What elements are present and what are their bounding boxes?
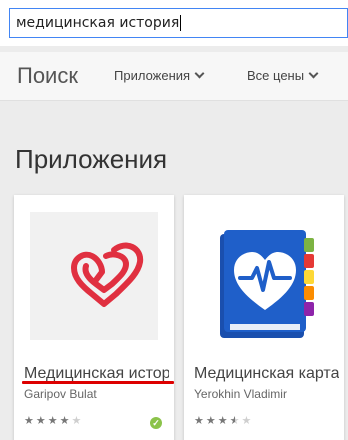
app-rating: ★ ★ ★ ★ ★ (194, 416, 253, 427)
star-icon: ★ (47, 415, 58, 427)
star-icon: ★ (194, 415, 204, 427)
chevron-down-icon (194, 68, 205, 79)
app-icon-tile[interactable] (200, 212, 328, 340)
star-icon: ★ (35, 415, 46, 427)
search-input-value: медицинская история (16, 15, 180, 31)
app-developer[interactable]: Garipov Bulat (24, 387, 97, 401)
star-icon: ★ (24, 415, 34, 427)
highlight-underline (22, 381, 174, 384)
page-title: Поиск (17, 63, 78, 88)
medical-book-heart-icon (220, 230, 314, 338)
app-name[interactable]: Медицинская карта (194, 365, 339, 383)
category-dropdown-label: Приложения (114, 68, 191, 83)
app-developer[interactable]: Yerokhin Vladimir (194, 387, 287, 401)
category-dropdown[interactable]: Приложения (114, 68, 205, 83)
section-title: Приложения (15, 144, 168, 174)
app-card[interactable]: Медицинская история Garipov Bulat ★ ★ ★ … (14, 195, 174, 440)
app-card[interactable]: Медицинская карта Yerokhin Vladimir ★ ★ … (184, 195, 344, 440)
search-input[interactable]: медицинская история (9, 8, 348, 38)
star-icon: ★ (71, 415, 82, 427)
star-half-icon: ★ (229, 415, 240, 427)
chevron-down-icon (308, 68, 319, 79)
text-caret (180, 15, 182, 31)
installed-check-icon: ✓ (150, 417, 162, 429)
store-navbar: Поиск Приложения Все цены (0, 52, 348, 101)
price-dropdown[interactable]: Все цены (247, 68, 319, 83)
app-rating: ★ ★ ★ ★ ★ (24, 416, 83, 427)
star-icon: ★ (205, 415, 216, 427)
price-dropdown-label: Все цены (247, 68, 305, 83)
star-icon: ★ (241, 415, 252, 427)
star-icon: ★ (217, 415, 228, 427)
app-icon-tile[interactable] (30, 212, 158, 340)
top-search-bar: медицинская история (0, 0, 348, 46)
star-icon: ★ (59, 415, 70, 427)
heart-paperclip-icon (71, 242, 144, 307)
